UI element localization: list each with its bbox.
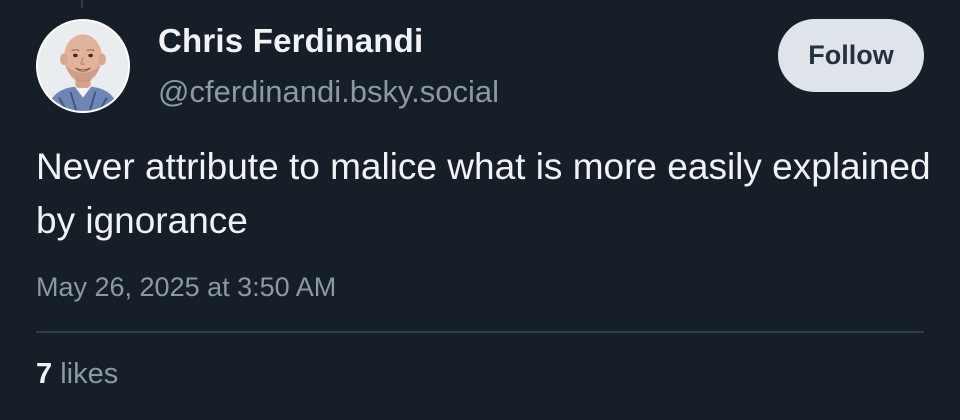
profile-photo-icon <box>38 21 128 111</box>
author-handle[interactable]: @cferdinandi.bsky.social <box>158 74 499 110</box>
author-display-name[interactable]: Chris Ferdinandi <box>158 22 423 60</box>
post-text: Never attribute to malice what is more e… <box>36 146 931 241</box>
likes-summary[interactable]: 7 likes <box>36 358 118 391</box>
divider <box>36 331 924 333</box>
thread-connector-line <box>81 0 83 8</box>
avatar[interactable] <box>36 19 130 113</box>
post-timestamp[interactable]: May 26, 2025 at 3:50 AM <box>36 272 336 303</box>
likes-label: likes <box>60 358 119 390</box>
follow-button[interactable]: Follow <box>778 19 924 92</box>
likes-count: 7 <box>36 358 53 390</box>
